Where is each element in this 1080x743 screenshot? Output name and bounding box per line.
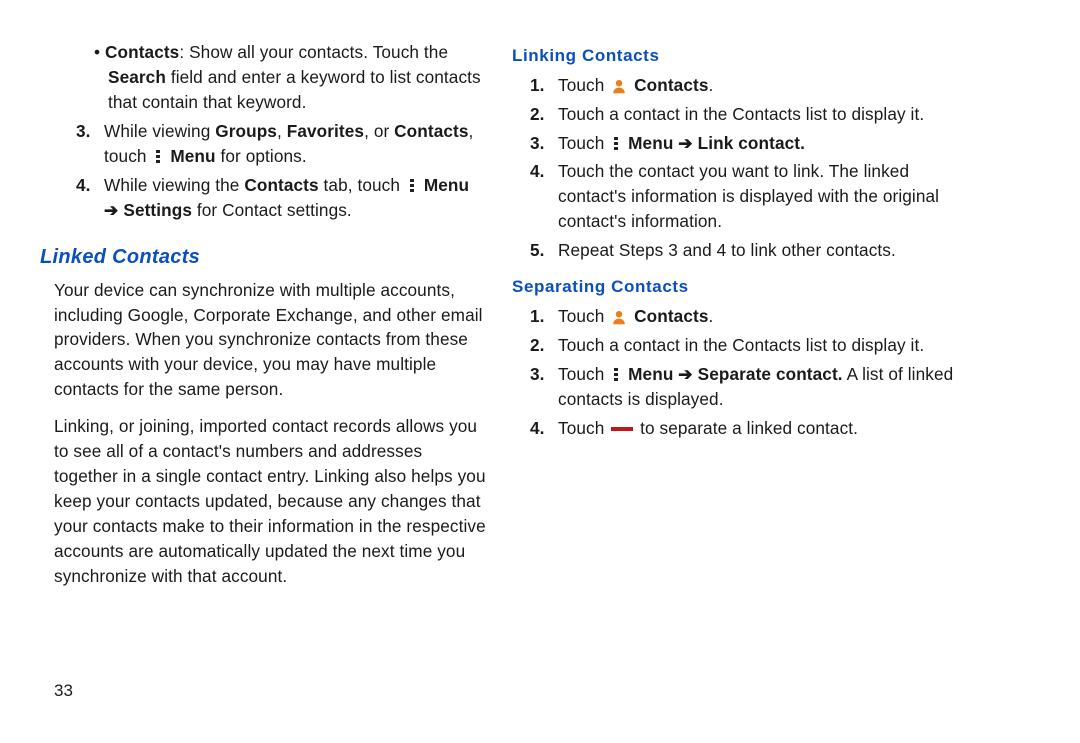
item-text: Touch Menu ➔ Link contact. — [558, 131, 960, 156]
bullet-label: Contacts — [105, 42, 179, 62]
separating-contacts-heading: Separating Contacts — [512, 275, 960, 300]
minus-icon — [611, 424, 633, 434]
list-item-4: 4. While viewing the Contacts tab, touch… — [40, 173, 488, 223]
bullet-text1: : Show all your contacts. Touch the — [179, 42, 448, 62]
linking-contacts-heading: Linking Contacts — [512, 44, 960, 69]
item-number: 5. — [530, 238, 558, 263]
paragraph-2: Linking, or joining, imported contact re… — [40, 414, 488, 589]
menu-icon — [611, 367, 621, 383]
item-number: 4. — [76, 173, 104, 223]
list-item: 2. Touch a contact in the Contacts list … — [512, 333, 960, 358]
list-item: 5. Repeat Steps 3 and 4 to link other co… — [512, 238, 960, 263]
item-number: 4. — [530, 159, 558, 234]
item-number: 2. — [530, 102, 558, 127]
bullet-contacts: • Contacts: Show all your contacts. Touc… — [40, 40, 488, 115]
item-text: Repeat Steps 3 and 4 to link other conta… — [558, 238, 960, 263]
contacts-icon — [611, 78, 627, 94]
item-number: 3. — [76, 119, 104, 169]
item-text: Touch a contact in the Contacts list to … — [558, 333, 960, 358]
list-item: 4. Touch the contact you want to link. T… — [512, 159, 960, 234]
left-column: • Contacts: Show all your contacts. Touc… — [40, 40, 488, 703]
two-column-layout: • Contacts: Show all your contacts. Touc… — [40, 40, 960, 703]
item-text: While viewing Groups, Favorites, or Cont… — [104, 119, 488, 169]
right-column: Linking Contacts 1. Touch Contacts. 2. T… — [512, 40, 960, 703]
menu-icon — [611, 136, 621, 152]
item-text: Touch to separate a linked contact. — [558, 416, 960, 441]
list-item: 1. Touch Contacts. — [512, 304, 960, 329]
list-item-3: 3. While viewing Groups, Favorites, or C… — [40, 119, 488, 169]
item-text: Touch a contact in the Contacts list to … — [558, 102, 960, 127]
item-number: 3. — [530, 362, 558, 412]
menu-icon — [153, 149, 163, 165]
menu-icon — [407, 178, 417, 194]
item-number: 1. — [530, 304, 558, 329]
linked-contacts-heading: Linked Contacts — [40, 243, 488, 272]
list-item: 2. Touch a contact in the Contacts list … — [512, 102, 960, 127]
page-number: 33 — [40, 679, 488, 704]
paragraph-1: Your device can synchronize with multipl… — [40, 278, 488, 403]
item-text: While viewing the Contacts tab, touch Me… — [104, 173, 488, 223]
item-text: Touch Contacts. — [558, 73, 960, 98]
list-item: 3. Touch Menu ➔ Separate contact. A list… — [512, 362, 960, 412]
item-number: 2. — [530, 333, 558, 358]
item-text: Touch Contacts. — [558, 304, 960, 329]
list-item: 1. Touch Contacts. — [512, 73, 960, 98]
contacts-icon — [611, 309, 627, 325]
item-number: 1. — [530, 73, 558, 98]
list-item: 3. Touch Menu ➔ Link contact. — [512, 131, 960, 156]
item-text: Touch Menu ➔ Separate contact. A list of… — [558, 362, 960, 412]
item-number: 4. — [530, 416, 558, 441]
item-text: Touch the contact you want to link. The … — [558, 159, 960, 234]
bullet-bold2: Search — [108, 67, 166, 87]
list-item: 4. Touch to separate a linked contact. — [512, 416, 960, 441]
item-number: 3. — [530, 131, 558, 156]
